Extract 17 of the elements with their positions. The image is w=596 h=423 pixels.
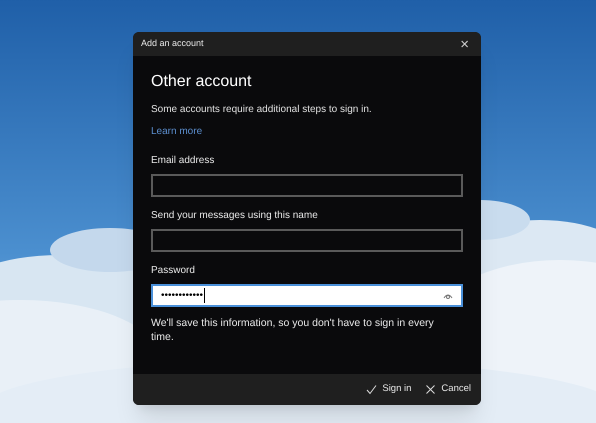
learn-more-link[interactable]: Learn more bbox=[151, 124, 202, 139]
password-field[interactable]: •••••••••••• bbox=[151, 284, 463, 307]
info-text: We'll save this information, so you don't have to sign in every time. bbox=[151, 316, 435, 344]
description-text: Some accounts require additional steps to sign in. bbox=[151, 103, 373, 117]
cancel-button[interactable]: Cancel bbox=[425, 382, 471, 397]
checkmark-icon bbox=[366, 384, 378, 395]
input-field[interactable] bbox=[151, 229, 463, 252]
field-label: Password bbox=[151, 264, 196, 278]
window-title: Add an account bbox=[141, 37, 204, 50]
close-icon bbox=[425, 384, 436, 395]
close-button[interactable]: × bbox=[456, 36, 473, 52]
field-label: Email address bbox=[151, 154, 216, 168]
input-field[interactable] bbox=[151, 174, 463, 197]
dialog-heading: Other account bbox=[151, 72, 252, 92]
sign-in-button[interactable]: Sign in bbox=[366, 382, 412, 397]
field-label: Send your messages using this name bbox=[151, 209, 319, 223]
reveal-password-icon[interactable] bbox=[443, 292, 453, 299]
